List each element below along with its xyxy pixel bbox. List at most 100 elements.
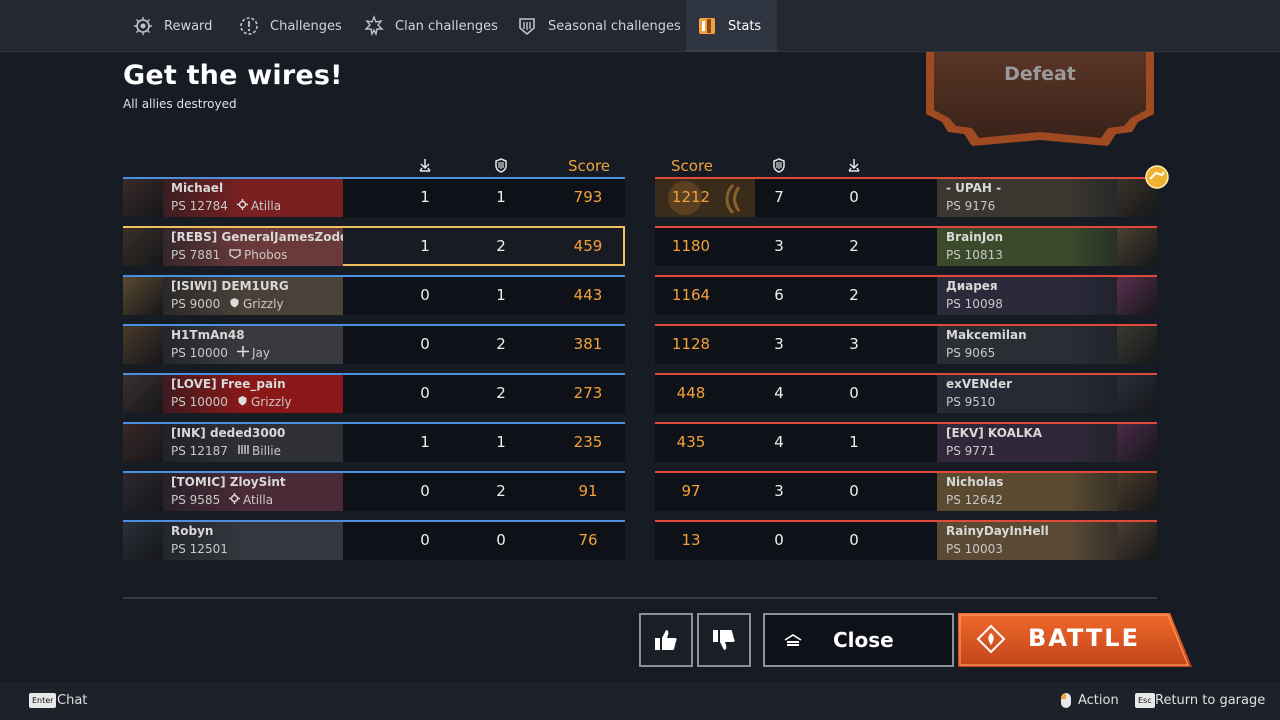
player-name[interactable]: - UPAH - — [946, 181, 1001, 195]
assists-value: 3 — [774, 237, 784, 255]
clan-challenges-icon — [363, 15, 385, 37]
faction-label: Phobos — [244, 248, 288, 262]
esc-key-icon: Esc — [1135, 693, 1155, 708]
kills-value: 1 — [420, 433, 430, 451]
player-card: RainyDayInHell PS 10003 — [937, 522, 1157, 560]
challenges-icon — [238, 15, 260, 37]
player-name[interactable]: [ISIWI] DEM1URG — [171, 279, 289, 293]
like-button[interactable] — [639, 613, 693, 667]
ally-row[interactable]: [TOMIC] ZloySint PS 9585 Atilla 0 2 91 — [123, 471, 625, 511]
player-card: [EKV] KOALKA PS 9771 — [937, 424, 1157, 462]
player-name[interactable]: [EKV] KOALKA — [946, 426, 1042, 440]
score-value: 13 — [681, 531, 701, 549]
dislike-button[interactable] — [697, 613, 751, 667]
player-faction: Atilla — [237, 199, 281, 213]
player-name[interactable]: Robyn — [171, 524, 213, 538]
enemy-row[interactable]: 1180 3 2 BrainJon PS 10813 — [655, 226, 1157, 266]
ally-row[interactable]: [INK] deded3000 PS 12187 Billie 1 1 235 — [123, 422, 625, 462]
assists-value: 3 — [774, 335, 784, 353]
kills-value: 0 — [849, 531, 859, 549]
player-name[interactable]: Makcemilan — [946, 328, 1027, 342]
player-card: exVENder PS 9510 — [937, 375, 1157, 413]
player-ps: PS 12187 — [171, 444, 228, 458]
tab-stats[interactable]: Stats — [686, 0, 777, 52]
enemy-row[interactable]: 435 4 1 [EKV] KOALKA PS 9771 — [655, 422, 1157, 462]
return-to-garage-hint[interactable]: Return to garage — [1155, 693, 1265, 708]
player-name[interactable]: H1TmAn48 — [171, 328, 245, 342]
player-name[interactable]: Nicholas — [946, 475, 1003, 489]
enemy-row[interactable]: 1212 7 0 - UPAH - PS 9176 — [655, 177, 1157, 217]
assists-value: 6 — [774, 286, 784, 304]
avatar — [1117, 424, 1157, 462]
match-result: Defeat — [1004, 63, 1076, 85]
player-name[interactable]: [REBS] GeneralJamesZodd — [171, 230, 343, 244]
score-value: 1212 — [671, 188, 711, 206]
mouse-icon — [1061, 693, 1071, 708]
ally-row[interactable]: Robyn PS 12501 0 0 76 — [123, 520, 625, 560]
avatar — [123, 326, 163, 364]
action-hint[interactable]: Action — [1078, 693, 1119, 708]
score-value: 76 — [578, 531, 598, 549]
player-name[interactable]: BrainJon — [946, 230, 1003, 244]
kills-column-icon — [419, 159, 431, 172]
atilla-icon — [237, 199, 248, 213]
faction-label: Atilla — [251, 199, 282, 213]
player-name[interactable]: exVENder — [946, 377, 1012, 391]
ally-row[interactable]: H1TmAn48 PS 10000 Jay 0 2 381 — [123, 324, 625, 364]
score-value: 91 — [578, 482, 598, 500]
tab-challenges-label: Challenges — [270, 18, 342, 34]
player-card: - UPAH - PS 9176 — [937, 179, 1157, 217]
ally-row[interactable]: [ISIWI] DEM1URG PS 9000 Grizzly 0 1 443 — [123, 275, 625, 315]
player-ps: PS 12642 — [946, 493, 1003, 507]
tab-clan-challenges-label: Clan challenges — [395, 18, 498, 34]
kills-value: 0 — [849, 482, 859, 500]
enemy-row[interactable]: 13 0 0 RainyDayInHell PS 10003 — [655, 520, 1157, 560]
ally-row-current-player[interactable]: [REBS] GeneralJamesZodd PS 7881 Phobos 1 2 45… — [123, 226, 625, 266]
player-name[interactable]: [TOMIC] ZloySint — [171, 475, 286, 489]
enemy-kills-column-icon — [848, 159, 860, 172]
player-ps: PS 9065 — [946, 346, 996, 360]
kills-value: 0 — [420, 286, 430, 304]
score-value: 1164 — [671, 286, 711, 304]
player-faction: Grizzly — [237, 395, 292, 409]
avatar — [1117, 522, 1157, 560]
score-value: 443 — [573, 286, 603, 304]
player-name[interactable]: RainyDayInHell — [946, 524, 1049, 538]
player-name[interactable]: Диарея — [946, 279, 998, 293]
enemy-row[interactable]: 1164 6 2 Диарея PS 10098 — [655, 275, 1157, 315]
tab-clan-challenges[interactable]: Clan challenges — [353, 0, 508, 52]
close-button[interactable]: Close — [763, 613, 954, 667]
player-card: BrainJon PS 10813 — [937, 228, 1157, 266]
player-ps: PS 12784 — [171, 199, 228, 213]
faction-label: Grizzly — [251, 395, 292, 409]
player-ps: PS 10000 — [171, 395, 228, 409]
chat-hint[interactable]: Chat — [57, 693, 87, 708]
ally-row[interactable]: [LOVE] Free_pain PS 10000 Grizzly 0 2 273 — [123, 373, 625, 413]
ally-row[interactable]: Michael PS 12784 Atilla 1 1 793 — [123, 177, 625, 217]
enemy-assists-column-icon — [773, 158, 785, 173]
assists-value: 7 — [774, 188, 784, 206]
assists-value: 2 — [496, 237, 506, 255]
avatar — [1117, 473, 1157, 511]
thumbs-down-icon — [713, 630, 735, 650]
player-ps: PS 9771 — [946, 444, 996, 458]
enter-key-icon: Enter — [29, 693, 57, 708]
enemy-row[interactable]: 448 4 0 exVENder PS 9510 — [655, 373, 1157, 413]
enemy-row[interactable]: 97 3 0 Nicholas PS 12642 — [655, 471, 1157, 511]
battle-button[interactable]: BATTLE — [958, 613, 1192, 667]
close-button-label: Close — [833, 628, 894, 652]
player-name[interactable]: Michael — [171, 181, 223, 195]
tab-seasonal-challenges[interactable]: Seasonal challenges — [506, 0, 691, 52]
player-card: [LOVE] Free_pain PS 10000 Grizzly — [123, 375, 343, 413]
kills-value: 0 — [420, 482, 430, 500]
tab-reward[interactable]: Reward — [122, 0, 222, 52]
player-name[interactable]: [LOVE] Free_pain — [171, 377, 286, 391]
player-name[interactable]: [INK] deded3000 — [171, 426, 285, 440]
enemy-row[interactable]: 1128 3 3 Makcemilan PS 9065 — [655, 324, 1157, 364]
avatar — [123, 277, 163, 315]
assists-value: 0 — [774, 531, 784, 549]
player-ps: PS 10813 — [946, 248, 1003, 262]
player-ps: PS 12501 — [171, 542, 228, 556]
player-card: Robyn PS 12501 — [123, 522, 343, 560]
tab-challenges[interactable]: Challenges — [228, 0, 352, 52]
